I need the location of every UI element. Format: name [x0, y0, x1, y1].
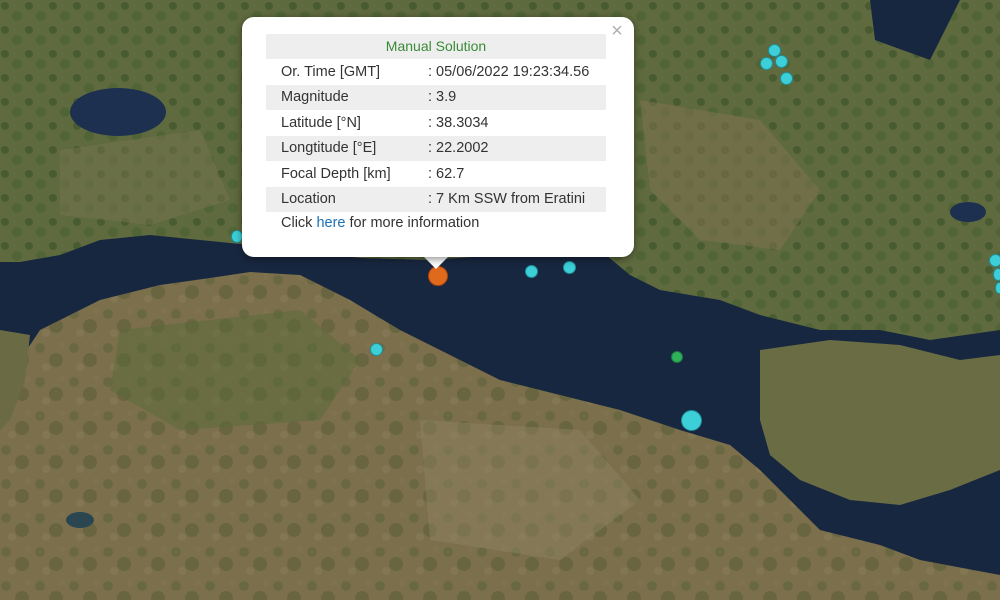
detail-row-longitude: Longtitude [°E] : 22.2002 [266, 135, 606, 161]
detail-value: : 3.9 [426, 84, 606, 110]
detail-value: : 05/06/2022 19:23:34.56 [428, 63, 590, 80]
detail-label: Longtitude [°E] [266, 135, 426, 161]
detail-row-location: Location : 7 Km SSW from Eratini [266, 186, 606, 212]
earthquake-marker[interactable] [775, 55, 788, 68]
detail-label: Focal Depth [km] [281, 165, 391, 182]
more-info-prefix: Click [281, 215, 317, 231]
popup-tip [423, 256, 449, 269]
earthquake-marker[interactable] [671, 351, 683, 363]
detail-label: Latitude [°N] [281, 114, 361, 131]
earthquake-marker[interactable] [780, 72, 793, 85]
detail-value: : 62.7 [428, 165, 465, 182]
detail-label: Or. Time [GMT] [281, 63, 381, 80]
earthquake-marker[interactable] [525, 265, 538, 278]
close-icon[interactable]: × [606, 20, 628, 42]
detail-row-focal-depth: Focal Depth [km] : 62.7 [266, 161, 606, 187]
earthquake-marker[interactable] [370, 343, 383, 356]
detail-label: Location [266, 186, 426, 212]
detail-label: Magnitude [266, 84, 426, 110]
earthquake-info-popup: × Manual Solution Or. Time [GMT] : 05/06… [242, 17, 634, 257]
more-info-text: Click here for more information [281, 215, 479, 231]
earthquake-details-table: Or. Time [GMT] : 05/06/2022 19:23:34.56 … [266, 59, 606, 212]
selected-earthquake-marker[interactable] [428, 266, 448, 286]
more-info-suffix: for more information [345, 215, 480, 231]
earthquake-marker[interactable] [989, 254, 1000, 267]
detail-value: : 7 Km SSW from Eratini [426, 186, 606, 212]
earthquake-marker[interactable] [995, 282, 1000, 294]
earthquake-marker[interactable] [563, 261, 576, 274]
more-info-link[interactable]: here [316, 215, 345, 231]
detail-row-origin-time: Or. Time [GMT] : 05/06/2022 19:23:34.56 [266, 59, 606, 85]
earthquake-marker[interactable] [681, 410, 702, 431]
detail-value: : 38.3034 [428, 114, 489, 131]
detail-value: : 22.2002 [426, 135, 606, 161]
detail-row-magnitude: Magnitude : 3.9 [266, 84, 606, 110]
detail-row-latitude: Latitude [°N] : 38.3034 [266, 110, 606, 136]
earthquake-marker[interactable] [993, 268, 1000, 281]
map-view[interactable]: × Manual Solution Or. Time [GMT] : 05/06… [0, 0, 1000, 600]
earthquake-marker[interactable] [760, 57, 773, 70]
popup-title: Manual Solution [266, 34, 606, 59]
